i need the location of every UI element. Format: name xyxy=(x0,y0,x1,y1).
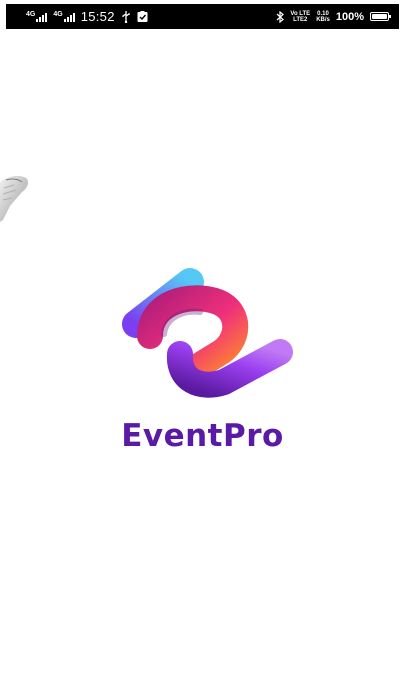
status-time: 15:52 xyxy=(80,9,115,24)
sim2-signal-icon: 4G xyxy=(53,11,75,22)
edge-decoration-graphic xyxy=(0,175,29,222)
volte-label-line2: LTE2 xyxy=(293,16,308,23)
eventpro-logo-icon xyxy=(122,268,293,398)
battery-icon xyxy=(370,12,391,21)
usb-icon xyxy=(122,10,130,23)
status-bar-left: 4G 4G 15:52 xyxy=(26,9,148,24)
battery-percentage: 100% xyxy=(335,10,364,23)
splash-screen: 4G 4G 15:52 Vo LTE LTE2 0.10 KB/s 100% E… xyxy=(0,0,405,696)
status-bar-right: Vo LTE LTE2 0.10 KB/s 100% xyxy=(276,10,391,23)
network-speed: 0.10 KB/s xyxy=(316,11,330,23)
volte-indicator: Vo LTE LTE2 xyxy=(290,11,310,23)
sim2-network-label: 4G xyxy=(53,11,63,18)
status-bar: 4G 4G 15:52 Vo LTE LTE2 0.10 KB/s 100% xyxy=(6,4,399,29)
volte-label: Vo LTE xyxy=(290,10,311,17)
network-speed-value: 0.10 xyxy=(317,10,329,17)
notification-check-icon xyxy=(137,11,148,22)
battery-fill xyxy=(372,14,387,19)
sim1-network-label: 4G xyxy=(26,11,36,18)
sim1-signal-icon: 4G xyxy=(26,11,48,22)
bluetooth-icon xyxy=(277,10,285,23)
app-name-title: EventPro xyxy=(121,418,284,454)
network-speed-unit: KB/s xyxy=(316,16,330,23)
